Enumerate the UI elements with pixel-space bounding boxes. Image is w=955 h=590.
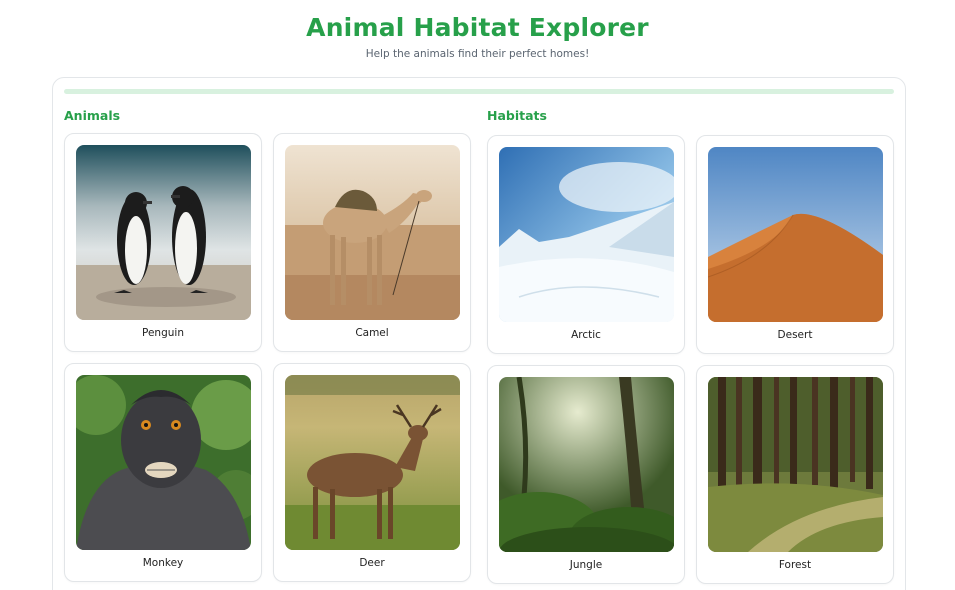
habitat-label-forest: Forest xyxy=(778,559,812,571)
habitat-label-arctic: Arctic xyxy=(571,329,601,341)
animal-label-monkey: Monkey xyxy=(142,557,184,569)
habitat-card-forest[interactable]: Forest xyxy=(696,365,894,584)
page-header: Animal Habitat Explorer Help the animals… xyxy=(0,0,955,60)
desert-photo xyxy=(708,147,883,322)
progress-bar xyxy=(64,89,894,94)
habitat-label-desert: Desert xyxy=(777,329,813,341)
monkey-photo xyxy=(76,375,251,550)
animal-card-penguin[interactable]: Penguin xyxy=(64,133,262,352)
animal-card-deer[interactable]: Deer xyxy=(273,363,471,582)
jungle-photo xyxy=(499,377,674,552)
forest-photo xyxy=(708,377,883,552)
animal-card-camel[interactable]: Camel xyxy=(273,133,471,352)
habitat-card-arctic[interactable]: Arctic xyxy=(487,135,685,354)
camel-photo xyxy=(285,145,460,320)
arctic-photo xyxy=(499,147,674,322)
animals-heading: Animals xyxy=(64,108,121,123)
page-subtitle: Help the animals find their perfect home… xyxy=(365,48,590,60)
habitat-label-jungle: Jungle xyxy=(569,559,603,571)
animal-label-penguin: Penguin xyxy=(142,327,184,339)
animal-label-deer: Deer xyxy=(359,557,385,569)
habitat-card-desert[interactable]: Desert xyxy=(696,135,894,354)
penguin-photo xyxy=(76,145,251,320)
animal-label-camel: Camel xyxy=(355,327,389,339)
habitats-heading: Habitats xyxy=(487,108,547,123)
animal-card-monkey[interactable]: Monkey xyxy=(64,363,262,582)
game-panel: Animals Habitats Penguin Camel Monkey De… xyxy=(52,77,906,590)
page-title: Animal Habitat Explorer xyxy=(306,13,649,42)
deer-photo xyxy=(285,375,460,550)
habitat-card-jungle[interactable]: Jungle xyxy=(487,365,685,584)
